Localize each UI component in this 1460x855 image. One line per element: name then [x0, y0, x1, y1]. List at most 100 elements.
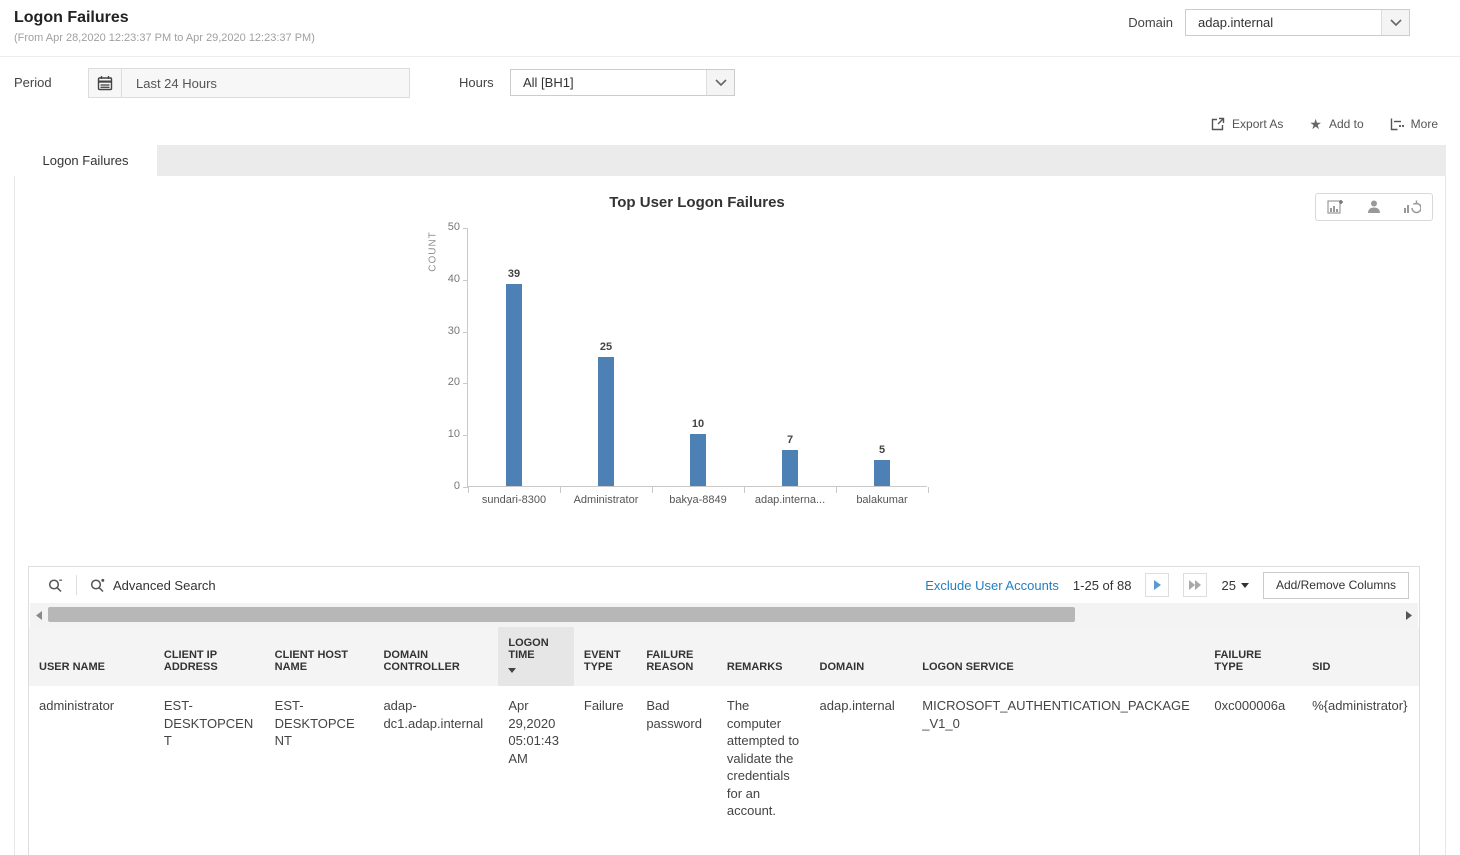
column-header-sid[interactable]: SID	[1302, 627, 1420, 686]
advanced-search-label[interactable]: Advanced Search	[113, 578, 216, 593]
user-icon[interactable]	[1366, 199, 1382, 215]
results-table-panel: Advanced Search Exclude User Accounts 1-…	[28, 566, 1420, 855]
table-cell: EST-DESKTOPCENT	[265, 686, 374, 831]
chart-bar[interactable]	[506, 284, 522, 486]
table-cell: %{administrator}	[1302, 686, 1420, 831]
x-axis-category-label: bakya-8849	[652, 494, 744, 506]
y-axis-tick-mark	[463, 383, 468, 384]
column-header-logon-time[interactable]: LOGON TIME	[498, 627, 574, 686]
hours-label: Hours	[459, 75, 494, 90]
table-controls: Advanced Search Exclude User Accounts 1-…	[29, 567, 1419, 603]
export-as-label: Export As	[1232, 117, 1283, 131]
bar-value-label: 10	[668, 418, 728, 430]
sort-desc-icon[interactable]	[508, 668, 516, 673]
table-cell: The computer attempted to validate the c…	[717, 686, 810, 831]
page-size-dropdown[interactable]: 25	[1221, 578, 1248, 593]
pagination-range: 1-25 of 88	[1073, 578, 1132, 593]
y-axis-tick-label: 0	[426, 480, 460, 492]
x-axis-category-label: adap.interna...	[744, 494, 836, 506]
bar-value-label: 39	[484, 268, 544, 280]
y-axis-tick-label: 20	[426, 376, 460, 388]
period-label: Period	[14, 75, 52, 90]
x-axis-tick-mark	[744, 487, 745, 493]
last-page-button[interactable]	[1183, 573, 1207, 597]
column-header-remarks[interactable]: REMARKS	[717, 627, 810, 686]
add-to-button[interactable]: ★ Add to	[1309, 117, 1363, 131]
table-cell: adap.internal	[810, 686, 913, 831]
calendar-icon[interactable]	[88, 68, 122, 98]
page-title: Logon Failures	[14, 9, 129, 27]
export-icon	[1211, 117, 1225, 131]
chevron-down-icon	[1241, 583, 1249, 588]
bar-value-label: 25	[576, 341, 636, 353]
advanced-search-icon	[89, 577, 106, 594]
x-axis-tick-mark	[652, 487, 653, 493]
table-cell: 0xc000006a	[1204, 686, 1302, 831]
y-axis-tick-label: 50	[426, 221, 460, 233]
y-axis-tick-label: 30	[426, 325, 460, 337]
more-label: More	[1411, 117, 1438, 131]
chart-bar[interactable]	[598, 357, 614, 487]
refresh-chart-icon[interactable]	[1403, 199, 1421, 215]
more-button[interactable]: More	[1390, 117, 1438, 131]
report-header: Logon Failures (From Apr 28,2020 12:23:3…	[0, 0, 1460, 57]
tab-logon-failures[interactable]: Logon Failures	[14, 145, 157, 176]
search-icon	[47, 577, 64, 594]
chart-title: Top User Logon Failures	[427, 194, 967, 211]
x-axis-tick-mark	[928, 487, 929, 493]
column-header-user-name[interactable]: USER NAME	[29, 627, 154, 686]
horizontal-scrollbar[interactable]	[30, 603, 1418, 627]
table-cell: EST-DESKTOPCENT	[154, 686, 265, 831]
domain-label: Domain	[1128, 15, 1173, 30]
next-page-button[interactable]	[1145, 573, 1169, 597]
column-header-logon-service[interactable]: LOGON SERVICE	[912, 627, 1204, 686]
y-axis-tick-mark	[463, 280, 468, 281]
scroll-right-icon[interactable]	[1402, 607, 1416, 623]
report-content-panel: Top User Logon Failures COUNT 0102030405…	[14, 176, 1446, 855]
hours-select[interactable]: All [BH1]	[510, 69, 735, 96]
add-remove-columns-button[interactable]: Add/Remove Columns	[1263, 572, 1409, 599]
chart-bar[interactable]	[874, 460, 890, 486]
y-axis-tick-label: 40	[426, 273, 460, 285]
y-axis-tick-mark	[463, 332, 468, 333]
x-axis-tick-mark	[560, 487, 561, 493]
x-axis-category-label: balakumar	[836, 494, 928, 506]
bar-value-label: 5	[852, 444, 912, 456]
divider	[76, 575, 77, 595]
x-axis-tick-mark	[836, 487, 837, 493]
more-icon	[1390, 117, 1404, 131]
chart-toolbar	[1315, 193, 1433, 221]
filter-bar: Period Hours All [BH1]	[0, 57, 1460, 109]
report-date-range: (From Apr 28,2020 12:23:37 PM to Apr 29,…	[14, 32, 315, 44]
scrollbar-thumb[interactable]	[48, 607, 1075, 622]
add-to-label: Add to	[1329, 117, 1364, 131]
chevron-down-icon[interactable]	[706, 70, 734, 95]
table-cell: Bad password	[636, 686, 717, 831]
chart-bar[interactable]	[782, 450, 798, 486]
export-as-button[interactable]: Export As	[1211, 117, 1283, 131]
logon-failures-table: USER NAMECLIENT IP ADDRESSCLIENT HOST NA…	[29, 627, 1420, 831]
column-header-failure-reason[interactable]: FAILURE REASON	[636, 627, 717, 686]
search-button[interactable]	[39, 577, 72, 594]
chart-bar[interactable]	[690, 434, 706, 486]
add-report-icon[interactable]	[1327, 199, 1345, 215]
x-axis-category-label: sundari-8300	[468, 494, 560, 506]
column-header-failure-type[interactable]: FAILURE TYPE	[1204, 627, 1302, 686]
star-icon: ★	[1309, 117, 1322, 131]
exclude-user-accounts-link[interactable]: Exclude User Accounts	[925, 578, 1059, 593]
scroll-left-icon[interactable]	[32, 607, 46, 623]
column-header-client-ip-address[interactable]: CLIENT IP ADDRESS	[154, 627, 265, 686]
chevron-down-icon[interactable]	[1381, 10, 1409, 35]
table-cell: MICROSOFT_AUTHENTICATION_PACKAGE_V1_0	[912, 686, 1204, 831]
column-header-client-host-name[interactable]: CLIENT HOST NAME	[265, 627, 374, 686]
domain-select-value: adap.internal	[1186, 10, 1381, 35]
period-input[interactable]	[122, 68, 410, 98]
column-header-domain[interactable]: DOMAIN	[810, 627, 913, 686]
column-header-event-type[interactable]: EVENT TYPE	[574, 627, 636, 686]
y-axis-tick-mark	[463, 228, 468, 229]
y-axis-tick-label: 10	[426, 428, 460, 440]
advanced-search-button[interactable]	[81, 577, 106, 594]
domain-select[interactable]: adap.internal	[1185, 9, 1410, 36]
column-header-domain-controller[interactable]: DOMAIN CONTROLLER	[373, 627, 498, 686]
x-axis-tick-mark	[468, 487, 469, 493]
